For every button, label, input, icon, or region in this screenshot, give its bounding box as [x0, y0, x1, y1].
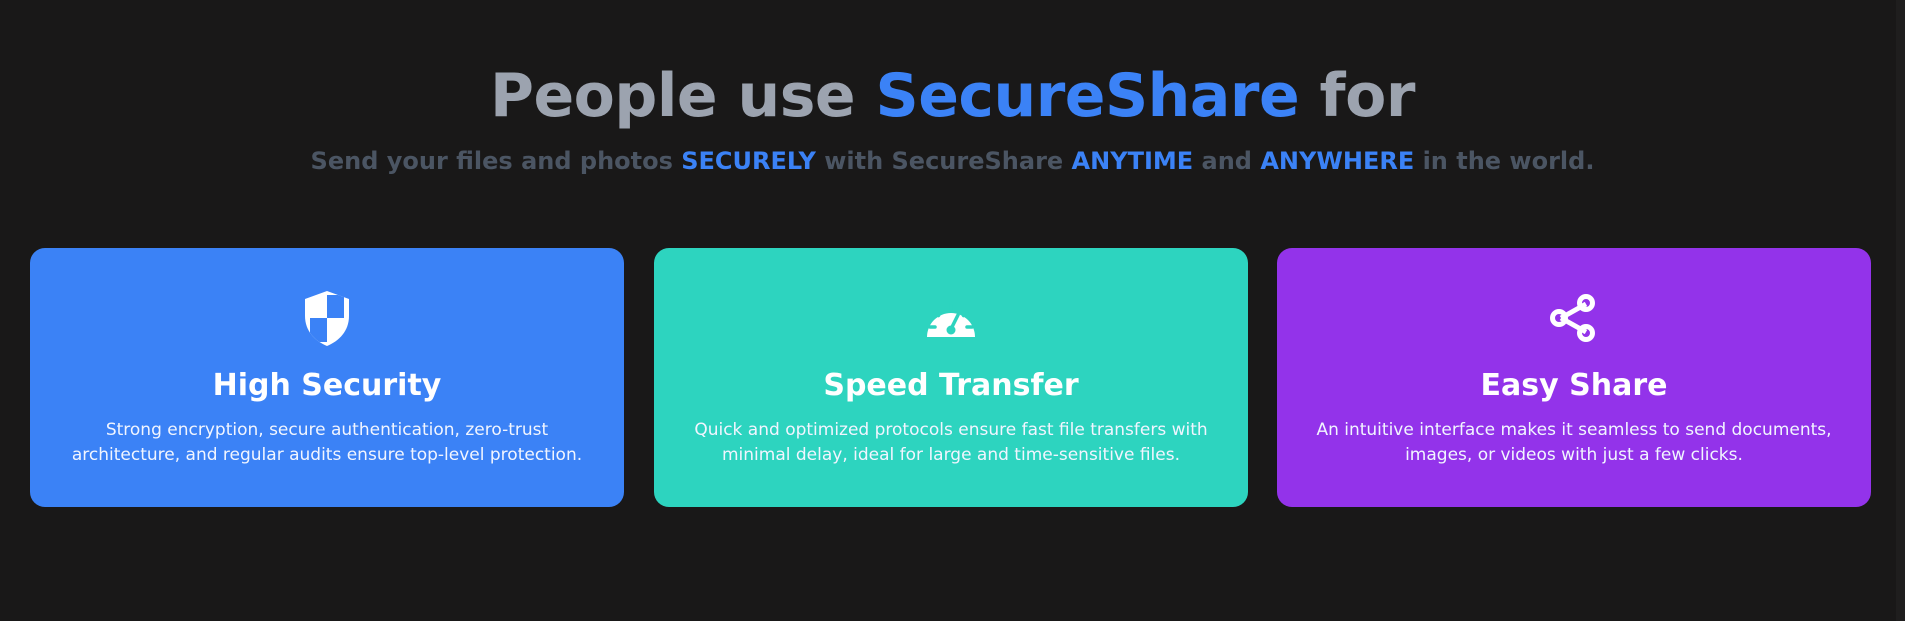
feature-title: Easy Share: [1480, 368, 1668, 403]
subtitle-text-2: with SecureShare: [815, 147, 1072, 175]
feature-description: Quick and optimized protocols ensure fas…: [694, 420, 1208, 465]
subtitle-highlight-anywhere: ANYWHERE: [1260, 147, 1415, 175]
feature-title: High Security: [212, 368, 442, 403]
hero-subtitle: Send your files and photos SECURELY with…: [0, 144, 1905, 178]
subtitle-text-1: Send your files and photos: [310, 147, 682, 175]
feature-card-speed-transfer[interactable]: Speed Transfer Quick and optimized proto…: [654, 248, 1248, 507]
feature-title: Speed Transfer: [823, 368, 1079, 403]
feature-description: Strong encryption, secure authentication…: [71, 420, 583, 465]
speedometer-icon: [654, 288, 1248, 348]
shield-icon: [30, 288, 624, 348]
hero-title-suffix: for: [1299, 61, 1416, 131]
feature-description: An intuitive interface makes it seamless…: [1316, 420, 1832, 465]
subtitle-highlight-securely: SECURELY: [681, 147, 816, 175]
subtitle-text-3: and: [1193, 147, 1261, 175]
subtitle-highlight-anytime: ANYTIME: [1071, 147, 1194, 175]
subtitle-text-4: in the world.: [1414, 147, 1595, 175]
feature-card-high-security[interactable]: High Security Strong encryption, secure …: [30, 248, 624, 507]
share-icon: [1277, 288, 1871, 348]
hero-title-brand: SecureShare: [875, 61, 1300, 131]
hero-title-prefix: People use: [490, 61, 876, 131]
feature-card-easy-share[interactable]: Easy Share An intuitive interface makes …: [1277, 248, 1871, 507]
hero-title: People use SecureShare for: [0, 58, 1905, 134]
